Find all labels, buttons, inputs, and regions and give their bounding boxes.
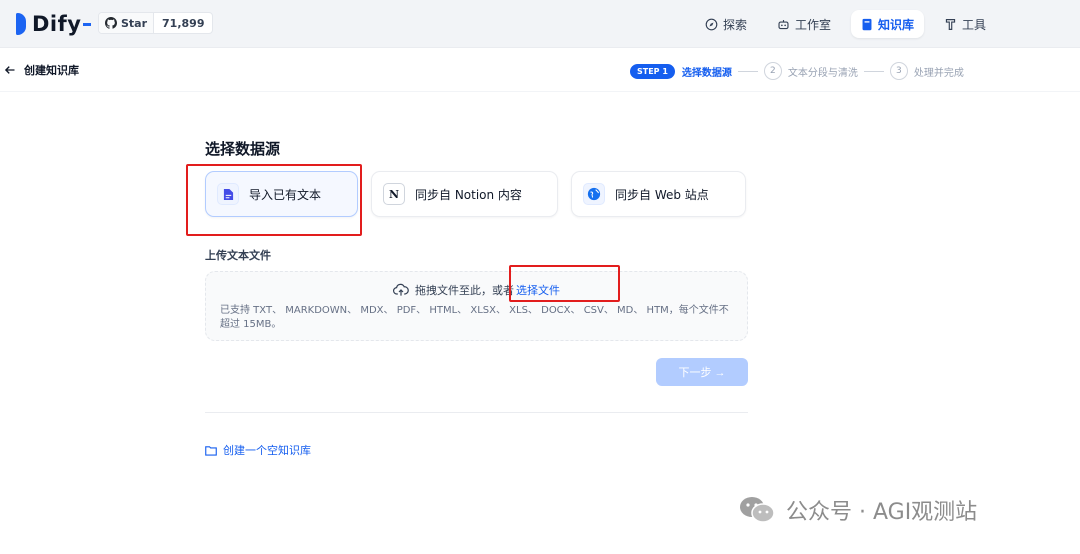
top-navigation-bar: Dify Star 71,899 探索 工作室 知识库 工具 (0, 0, 1080, 48)
upload-label: 上传文本文件 (205, 249, 271, 262)
nav-explore-label: 探索 (722, 17, 747, 32)
logo-cursor (83, 22, 92, 26)
page-title: 创建知识库 (24, 64, 79, 77)
file-dropzone[interactable]: 拖拽文件至此，或者 选择文件 已支持 TXT、 MARKDOWN、 MDX、 P… (205, 271, 748, 341)
github-icon (105, 17, 117, 29)
datasource-title: 选择数据源 (205, 140, 281, 158)
step-divider (863, 70, 884, 72)
app-name: Dify (32, 12, 82, 36)
datasource-option-notion[interactable]: N 同步自 Notion 内容 (371, 171, 558, 217)
folder-icon (205, 445, 217, 456)
step-1-badge: STEP 1 (630, 63, 675, 79)
step-divider (737, 70, 758, 72)
highlight-box-import-option (186, 164, 362, 236)
star-count[interactable]: 71,899 (154, 13, 212, 33)
tool-icon (945, 18, 956, 30)
create-empty-knowledge-link[interactable]: 创建一个空知识库 (205, 442, 748, 458)
cloud-upload-icon (393, 283, 409, 296)
highlight-box-select-file (509, 265, 620, 302)
dify-logo-mark (16, 13, 26, 35)
globe-icon (583, 183, 605, 205)
step-2-number: 2 (763, 62, 782, 80)
nav-knowledge[interactable]: 知识库 (850, 10, 924, 38)
wechat-watermark: 公众号 · AGI观测站 (738, 494, 977, 526)
nav-studio[interactable]: 工作室 (767, 10, 841, 38)
next-step-button[interactable]: 下一步 → (656, 358, 748, 386)
dropzone-prompt: 拖拽文件至此，或者 选择文件 (206, 282, 747, 298)
watermark-text: 公众号 · AGI观测站 (786, 500, 978, 525)
robot-icon (778, 19, 789, 29)
step-2-label: 文本分段与清洗 (787, 67, 858, 79)
nav-tools[interactable]: 工具 (934, 10, 996, 38)
divider (205, 412, 748, 413)
dropzone-text: 拖拽文件至此，或者 (415, 284, 514, 297)
wechat-icon (740, 497, 775, 523)
github-star-button[interactable]: Star (99, 13, 155, 33)
notion-icon: N (383, 183, 405, 205)
step-indicator: STEP 1 选择数据源 2 文本分段与清洗 3 处理并完成 (630, 62, 964, 80)
next-button-row: 下一步 → (205, 358, 748, 386)
star-label: Star (121, 16, 148, 30)
nav-knowledge-label: 知识库 (877, 17, 914, 32)
datasource-option-label: 同步自 Notion 内容 (415, 187, 522, 202)
nav-studio-label: 工作室 (794, 17, 831, 32)
nav-explore[interactable]: 探索 (695, 10, 757, 38)
sub-header: 创建知识库 STEP 1 选择数据源 2 文本分段与清洗 3 处理并完成 (0, 48, 1080, 92)
datasource-option-web[interactable]: 同步自 Web 站点 (571, 171, 746, 217)
dify-logo[interactable]: Dify (16, 12, 92, 36)
step-1-label: 选择数据源 (681, 67, 732, 79)
book-icon (862, 18, 872, 30)
supported-formats-hint: 已支持 TXT、 MARKDOWN、 MDX、 PDF、 HTML、 XLSX、… (220, 305, 729, 330)
main-nav: 探索 工作室 知识库 工具 (695, 10, 996, 38)
github-star-badge[interactable]: Star 71,899 (98, 12, 214, 34)
step-3-number: 3 (889, 62, 908, 80)
back-button[interactable]: 创建知识库 (4, 62, 79, 78)
nav-tools-label: 工具 (961, 17, 986, 32)
create-empty-knowledge-label: 创建一个空知识库 (223, 444, 311, 457)
step-3-label: 处理并完成 (913, 67, 964, 79)
arrow-left-icon (4, 66, 15, 74)
compass-icon (705, 18, 718, 30)
datasource-option-label: 同步自 Web 站点 (615, 187, 709, 202)
